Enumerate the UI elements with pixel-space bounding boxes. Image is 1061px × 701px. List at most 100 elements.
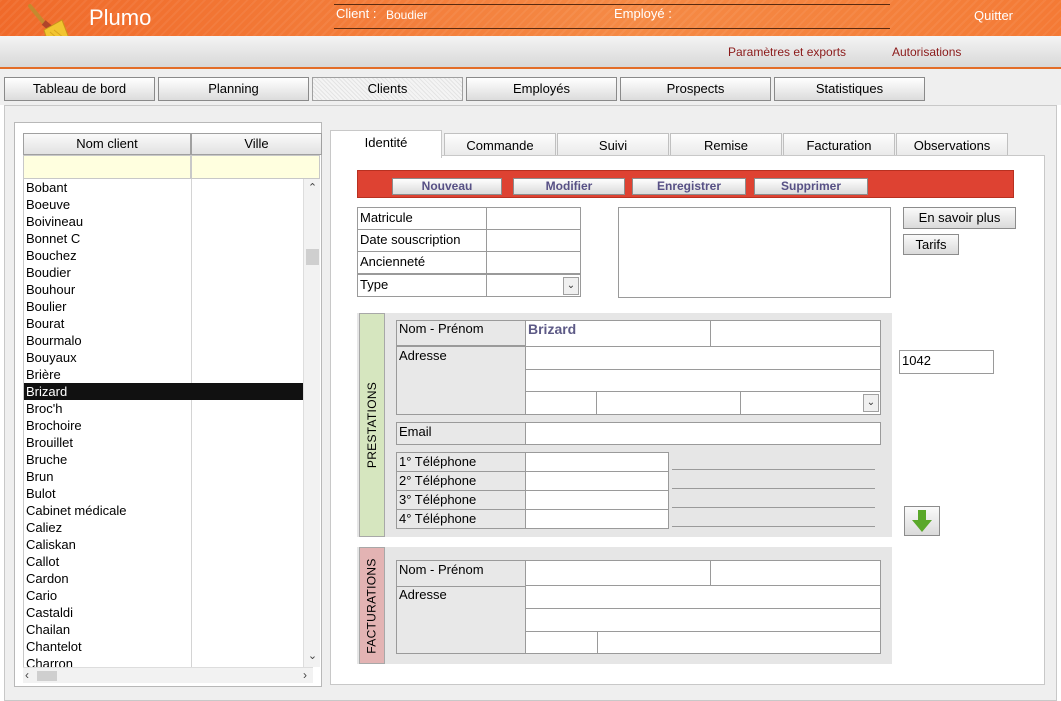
phone4-field[interactable] (525, 509, 669, 529)
client-row[interactable]: Bouhour (24, 281, 303, 298)
prestations-address-line1[interactable] (525, 346, 881, 370)
client-row[interactable]: Cabinet médicale (24, 502, 303, 519)
quit-link[interactable]: Quitter (974, 8, 1013, 23)
prestations-country-select[interactable] (740, 391, 881, 415)
selected-client-row[interactable]: Brizard (24, 383, 303, 400)
scroll-right-icon[interactable]: › (303, 668, 307, 682)
client-row[interactable]: Boudier (24, 264, 303, 281)
tab-billing[interactable]: Facturation (783, 133, 895, 157)
tab-statistics[interactable]: Statistiques (774, 77, 925, 101)
phone3-label: 3° Téléphone (396, 490, 526, 510)
client-row[interactable]: Bruche (24, 451, 303, 468)
billing-address-line2[interactable] (525, 608, 881, 632)
client-row[interactable]: Bouchez (24, 247, 303, 264)
prestations-address-line2[interactable] (525, 369, 881, 392)
prestations-firstname-field[interactable] (710, 320, 881, 347)
client-row[interactable]: Brière (24, 366, 303, 383)
client-row[interactable]: Broc'h (24, 400, 303, 417)
email-field[interactable] (525, 422, 881, 445)
client-row[interactable]: Charron (24, 655, 303, 667)
notes-textarea[interactable] (618, 207, 891, 298)
tab-employees[interactable]: Employés (466, 77, 617, 101)
tab-dashboard[interactable]: Tableau de bord (4, 77, 155, 101)
scroll-left-icon[interactable]: ‹ (25, 668, 29, 682)
client-row[interactable]: Brouillet (24, 434, 303, 451)
prestations-address-label: Adresse (396, 346, 526, 415)
seniority-input[interactable] (486, 251, 581, 274)
matricule-input[interactable] (486, 207, 581, 230)
chevron-down-icon[interactable]: ⌄ (563, 277, 579, 295)
main-tabs: Tableau de bord Planning Clients Employé… (0, 69, 1061, 105)
client-row[interactable]: Bourmalo (24, 332, 303, 349)
settings-exports-link[interactable]: Paramètres et exports (728, 45, 846, 59)
copy-down-button[interactable] (904, 506, 940, 536)
billing-address-line1[interactable] (525, 585, 881, 609)
tab-order[interactable]: Commande (444, 133, 556, 157)
subscription-date-input[interactable] (486, 229, 581, 252)
city-filter-input[interactable] (191, 155, 320, 179)
client-row[interactable]: Chantelot (24, 638, 303, 655)
top-header: Plumo Client : Boudier Employé : Quitter (0, 0, 1061, 57)
more-info-button[interactable]: En savoir plus (903, 207, 1016, 229)
client-list: Bobant Boeuve Boivineau Bonnet C Bouchez Boud… (23, 179, 320, 667)
prestations-postcode-field[interactable] (525, 391, 597, 415)
phone1-field[interactable] (525, 452, 669, 472)
scroll-thumb[interactable] (306, 249, 319, 265)
client-value: Boudier (386, 8, 428, 22)
column-header-name[interactable]: Nom client (23, 133, 191, 155)
tab-follow-up[interactable]: Suivi (557, 133, 669, 157)
name-filter-input[interactable] (23, 155, 191, 179)
phone3-field[interactable] (525, 490, 669, 510)
column-header-city[interactable]: Ville (191, 133, 322, 155)
delete-button[interactable]: Supprimer (754, 178, 868, 195)
facturations-section-tab: FACTURATIONS (359, 547, 385, 664)
client-list-panel: Nom client Ville Bobant Boeuve Boivineau Bo… (14, 122, 322, 687)
client-row[interactable]: Cardon (24, 570, 303, 587)
client-row[interactable]: Bouyaux (24, 349, 303, 366)
client-row[interactable]: Caliez (24, 519, 303, 536)
prestations-city-field[interactable] (596, 391, 741, 415)
tab-planning[interactable]: Planning (158, 77, 309, 101)
client-row[interactable]: Bobant (24, 179, 303, 196)
client-row[interactable]: Castaldi (24, 604, 303, 621)
tarifs-button[interactable]: Tarifs (903, 234, 959, 255)
action-bar: Nouveau Modifier Enregistrer Supprimer (357, 170, 1014, 198)
billing-firstname-field[interactable] (710, 560, 881, 586)
prestations-name-field[interactable]: Brizard (525, 320, 711, 347)
client-row[interactable]: Cario (24, 587, 303, 604)
save-button[interactable]: Enregistrer (632, 178, 746, 195)
client-row[interactable]: Boivineau (24, 213, 303, 230)
new-button[interactable]: Nouveau (392, 178, 502, 195)
employee-label: Employé : (614, 6, 672, 21)
authorizations-link[interactable]: Autorisations (892, 45, 961, 59)
client-row[interactable]: Boulier (24, 298, 303, 315)
scroll-down-icon[interactable]: ⌄ (304, 649, 320, 662)
client-row[interactable]: Boeuve (24, 196, 303, 213)
phone2-field[interactable] (525, 471, 669, 491)
billing-address-label: Adresse (396, 586, 526, 654)
client-row[interactable]: Chailan (24, 621, 303, 638)
scroll-up-icon[interactable]: ⌃ (304, 181, 320, 194)
horizontal-scroll-thumb[interactable] (37, 671, 57, 681)
sub-header: Paramètres et exports Autorisations (0, 36, 1061, 69)
tab-observations[interactable]: Observations (896, 133, 1008, 157)
tab-clients[interactable]: Clients (312, 77, 463, 101)
tab-identity[interactable]: Identité (330, 130, 442, 158)
horizontal-scrollbar[interactable]: ‹ › (23, 667, 313, 683)
client-row[interactable]: Bonnet C (24, 230, 303, 247)
billing-name-field[interactable] (525, 560, 711, 586)
client-row[interactable]: Bourat (24, 315, 303, 332)
edit-button[interactable]: Modifier (513, 178, 625, 195)
tab-prospects[interactable]: Prospects (620, 77, 771, 101)
client-row[interactable]: Caliskan (24, 536, 303, 553)
client-row[interactable]: Brun (24, 468, 303, 485)
chevron-down-icon[interactable]: ⌄ (863, 394, 879, 412)
client-row[interactable]: Bulot (24, 485, 303, 502)
billing-postcode-field[interactable] (525, 631, 598, 654)
billing-city-field[interactable] (597, 631, 881, 654)
vertical-scrollbar[interactable]: ⌃ ⌄ (303, 179, 320, 667)
client-row[interactable]: Callot (24, 553, 303, 570)
code-field[interactable]: 1042 (899, 350, 994, 374)
client-row[interactable]: Brochoire (24, 417, 303, 434)
tab-discount[interactable]: Remise (670, 133, 782, 157)
